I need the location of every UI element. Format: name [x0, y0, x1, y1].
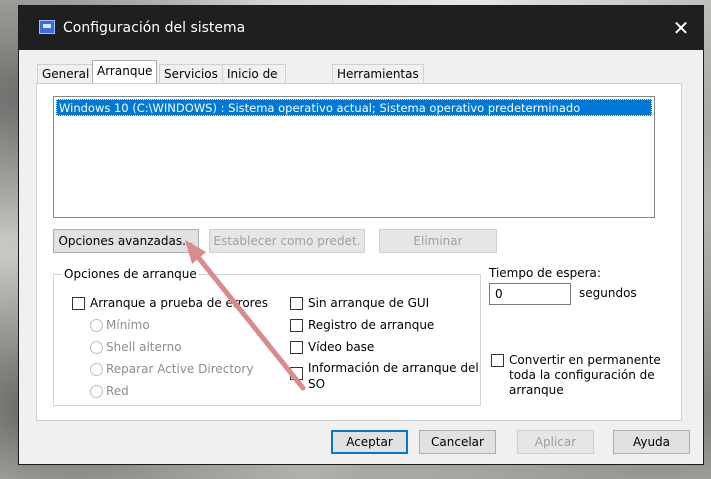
minimal-label: Mínimo [106, 318, 150, 332]
msconfig-app-icon [39, 20, 55, 34]
minimal-radio[interactable] [90, 319, 103, 332]
timeout-label: Tiempo de espera: [489, 266, 601, 280]
boot-log-label: Registro de arranque [308, 318, 435, 332]
base-video-checkbox[interactable] [290, 341, 303, 354]
alternate-shell-label: Shell alterno [106, 340, 182, 354]
apply-button[interactable]: Aplicar [517, 430, 594, 454]
timeout-input[interactable]: 0 [489, 283, 571, 305]
make-permanent-label-line3: arranque [509, 383, 564, 397]
alternate-shell-radio[interactable] [90, 341, 103, 354]
tab-general[interactable]: General [37, 64, 95, 83]
boot-log-checkbox[interactable] [290, 319, 303, 332]
make-permanent-label-line1: Convertir en permanente [509, 353, 661, 367]
boot-options-group: Opciones de arranque Arranque a prueba d… [53, 267, 481, 406]
help-button[interactable]: Ayuda [613, 430, 690, 454]
ok-button[interactable]: Aceptar [331, 430, 408, 454]
tab-inicio-de-windows[interactable]: Inicio de Windows [222, 64, 286, 100]
cancel-button[interactable]: Cancelar [419, 430, 496, 454]
no-gui-boot-label: Sin arranque de GUI [308, 296, 430, 310]
make-permanent-label-line2: toda la configuración de [509, 368, 655, 382]
os-boot-info-checkbox[interactable] [290, 367, 303, 380]
boot-options-label: Opciones de arranque [62, 267, 199, 281]
os-list[interactable]: Windows 10 (C:\WINDOWS) : Sistema operat… [53, 96, 655, 218]
safe-boot-label: Arranque a prueba de errores [90, 296, 268, 310]
make-permanent-checkbox[interactable] [491, 354, 504, 367]
title-bar[interactable]: Configuración del sistema ✕ [19, 6, 703, 50]
base-video-label: Vídeo base [308, 340, 375, 354]
window-title: Configuración del sistema [63, 20, 246, 36]
ad-repair-radio[interactable] [90, 363, 103, 376]
delete-button[interactable]: Eliminar [379, 229, 497, 253]
advanced-options-button[interactable]: Opciones avanzadas... [53, 229, 199, 253]
tab-herramientas[interactable]: Herramientas [332, 64, 424, 83]
set-default-button[interactable]: Establecer como predet. [209, 229, 365, 253]
tab-arranque[interactable]: Arranque [92, 60, 158, 84]
os-list-item[interactable]: Windows 10 (C:\WINDOWS) : Sistema operat… [56, 99, 652, 116]
network-label: Red [106, 384, 129, 398]
tab-servicios[interactable]: Servicios [159, 64, 223, 83]
no-gui-boot-checkbox[interactable] [290, 297, 303, 310]
ad-repair-label: Reparar Active Directory [106, 362, 254, 376]
network-radio[interactable] [90, 385, 103, 398]
close-icon[interactable]: ✕ [667, 15, 695, 41]
os-boot-info-label-line2: SO [308, 377, 326, 391]
timeout-unit-label: segundos [579, 286, 637, 300]
os-boot-info-label-line1: Información de arranque del [308, 361, 479, 375]
safe-boot-checkbox[interactable] [72, 297, 85, 310]
system-configuration-window: Configuración del sistema ✕ General Arra… [18, 5, 704, 465]
boot-tab-panel: Windows 10 (C:\WINDOWS) : Sistema operat… [36, 83, 682, 421]
